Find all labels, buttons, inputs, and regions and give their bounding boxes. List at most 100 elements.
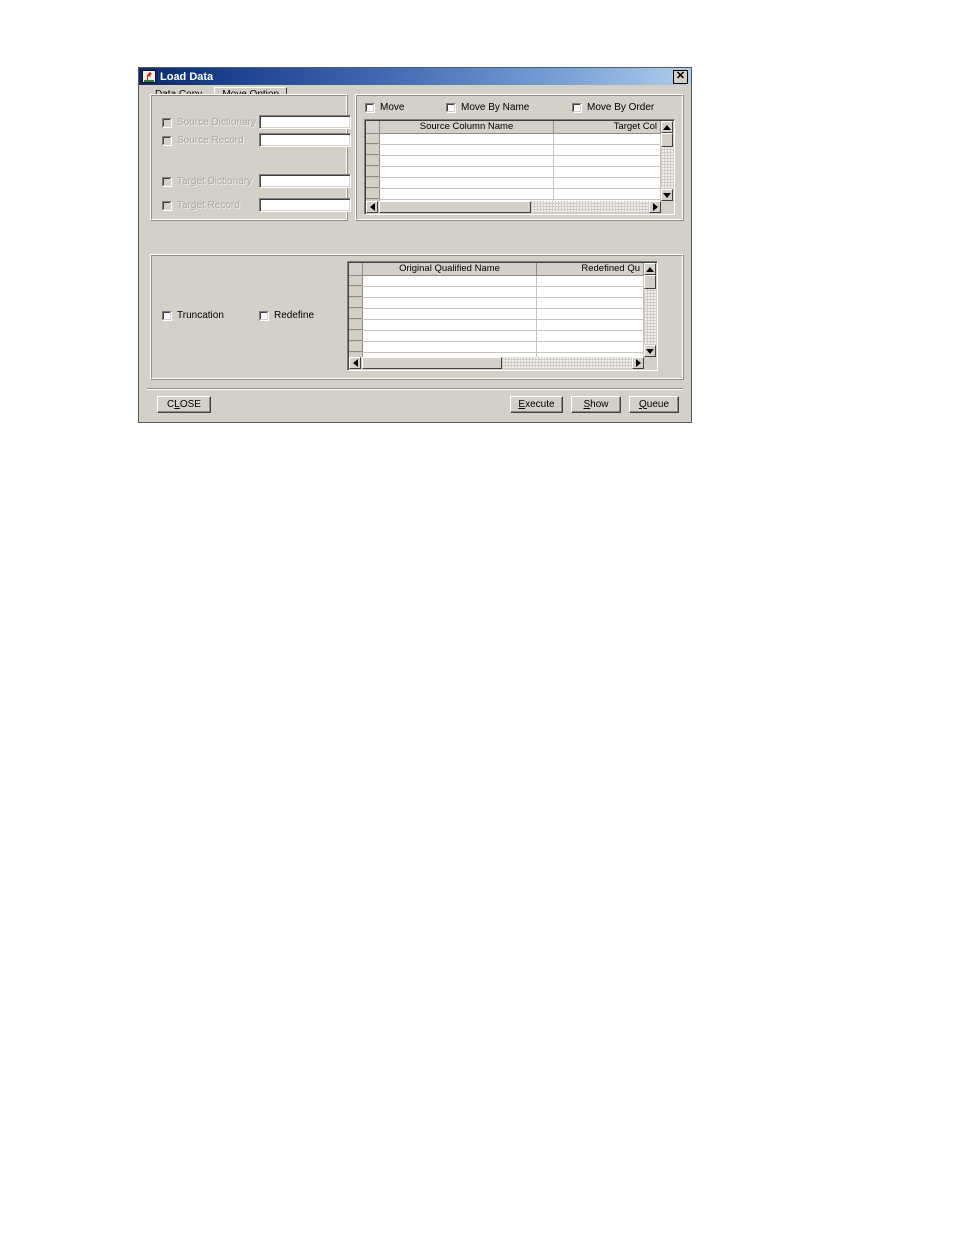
redefine-grid-vertical-scrollbar[interactable] [644, 263, 656, 357]
row-header[interactable] [366, 189, 380, 199]
close-button[interactable]: CLOSE [157, 396, 211, 413]
row-header[interactable] [366, 134, 380, 144]
cell-source-column-name[interactable] [380, 167, 555, 177]
move-options-panel: Move Move By Name Move By Order Source C… [355, 94, 684, 221]
cell-original-qualified-name[interactable] [363, 298, 538, 308]
table-row[interactable] [366, 134, 661, 145]
cell-redefined-qu[interactable] [537, 309, 644, 319]
table-row[interactable] [349, 309, 644, 320]
row-header[interactable] [349, 276, 363, 286]
table-row[interactable] [349, 287, 644, 298]
scroll-down-icon[interactable] [661, 189, 673, 201]
cell-original-qualified-name[interactable] [363, 320, 538, 330]
table-row[interactable] [349, 342, 644, 353]
target-record-row: Target Record [162, 200, 240, 211]
cell-target-col[interactable] [554, 178, 661, 188]
cell-original-qualified-name[interactable] [363, 309, 538, 319]
horizontal-scroll-thumb[interactable] [379, 201, 531, 213]
move-columns-grid[interactable]: Source Column Name Target Col [364, 119, 675, 215]
move-grid-horizontal-scrollbar[interactable] [366, 201, 661, 213]
move-by-name-checkbox[interactable] [446, 102, 456, 113]
truncation-checkbox[interactable] [162, 310, 172, 321]
source-record-label: Source Record [177, 135, 244, 146]
scroll-right-icon[interactable] [632, 357, 644, 369]
table-row[interactable] [349, 298, 644, 309]
scroll-left-icon[interactable] [366, 201, 378, 213]
redefine-names-grid[interactable]: Original Qualified Name Redefined Qu [347, 261, 658, 371]
cell-redefined-qu[interactable] [537, 320, 644, 330]
column-header-redefined-qu[interactable]: Redefined Qu [537, 263, 644, 275]
column-header-target-col[interactable]: Target Col [554, 121, 661, 133]
scroll-right-icon[interactable] [649, 201, 661, 213]
table-row[interactable] [366, 167, 661, 178]
scroll-down-icon[interactable] [644, 345, 656, 357]
cell-redefined-qu[interactable] [537, 298, 644, 308]
move-grid-vertical-scrollbar[interactable] [661, 121, 673, 201]
cell-original-qualified-name[interactable] [363, 342, 538, 352]
cell-redefined-qu[interactable] [537, 287, 644, 297]
cell-target-col[interactable] [554, 189, 661, 199]
cell-target-col[interactable] [554, 145, 661, 155]
cell-source-column-name[interactable] [380, 134, 555, 144]
table-row[interactable] [349, 276, 644, 287]
horizontal-scroll-thumb[interactable] [362, 357, 502, 369]
cell-source-column-name[interactable] [380, 189, 555, 199]
vertical-scroll-thumb[interactable] [661, 133, 673, 147]
row-header[interactable] [366, 145, 380, 155]
row-header[interactable] [349, 320, 363, 330]
target-dictionary-checkbox[interactable] [162, 176, 172, 187]
table-row[interactable] [366, 178, 661, 189]
source-record-checkbox[interactable] [162, 135, 172, 146]
cell-original-qualified-name[interactable] [363, 276, 538, 286]
queue-button[interactable]: Queue [629, 396, 679, 413]
cell-target-col[interactable] [554, 156, 661, 166]
move-checkbox[interactable] [365, 102, 375, 113]
move-by-order-checkbox[interactable] [572, 102, 582, 113]
source-dictionary-input[interactable] [259, 115, 351, 129]
row-header[interactable] [366, 178, 380, 188]
target-record-input[interactable] [259, 198, 351, 212]
redefine-checkbox[interactable] [259, 310, 269, 321]
row-header[interactable] [366, 156, 380, 166]
scroll-left-icon[interactable] [349, 357, 361, 369]
target-record-checkbox[interactable] [162, 200, 172, 211]
table-row[interactable] [366, 145, 661, 156]
target-dictionary-input[interactable] [259, 174, 351, 188]
cell-target-col[interactable] [554, 167, 661, 177]
source-dictionary-checkbox[interactable] [162, 117, 172, 128]
cell-redefined-qu[interactable] [537, 331, 644, 341]
redefine-grid-horizontal-scrollbar[interactable] [349, 357, 644, 369]
table-row[interactable] [366, 156, 661, 167]
table-row[interactable] [366, 189, 661, 200]
cell-target-col[interactable] [554, 134, 661, 144]
row-header[interactable] [349, 287, 363, 297]
table-row[interactable] [349, 331, 644, 342]
row-header[interactable] [349, 342, 363, 352]
cell-source-column-name[interactable] [380, 156, 555, 166]
grid-corner-cell [349, 263, 363, 275]
source-dictionary-row: Source Dictionary [162, 117, 256, 128]
column-header-source-column-name[interactable]: Source Column Name [380, 121, 555, 133]
vertical-scroll-thumb[interactable] [644, 275, 656, 289]
row-header[interactable] [349, 309, 363, 319]
column-header-original-qualified-name[interactable]: Original Qualified Name [363, 263, 538, 275]
cell-source-column-name[interactable] [380, 178, 555, 188]
execute-button[interactable]: Execute [510, 396, 563, 413]
scroll-up-icon[interactable] [644, 263, 656, 275]
cell-redefined-qu[interactable] [537, 342, 644, 352]
table-row[interactable] [349, 320, 644, 331]
redefine-names-grid-rows [349, 276, 644, 357]
close-icon[interactable]: ✕ [673, 69, 688, 84]
redefine-names-grid-body: Original Qualified Name Redefined Qu [349, 263, 644, 357]
row-header[interactable] [366, 167, 380, 177]
row-header[interactable] [349, 298, 363, 308]
scroll-up-icon[interactable] [661, 121, 673, 133]
show-button[interactable]: Show [571, 396, 621, 413]
row-header[interactable] [349, 331, 363, 341]
source-record-input[interactable] [259, 133, 351, 147]
cell-original-qualified-name[interactable] [363, 287, 538, 297]
cell-original-qualified-name[interactable] [363, 331, 538, 341]
cell-source-column-name[interactable] [380, 145, 555, 155]
cell-redefined-qu[interactable] [537, 276, 644, 286]
title-bar[interactable]: Load Data ✕ [139, 68, 691, 85]
